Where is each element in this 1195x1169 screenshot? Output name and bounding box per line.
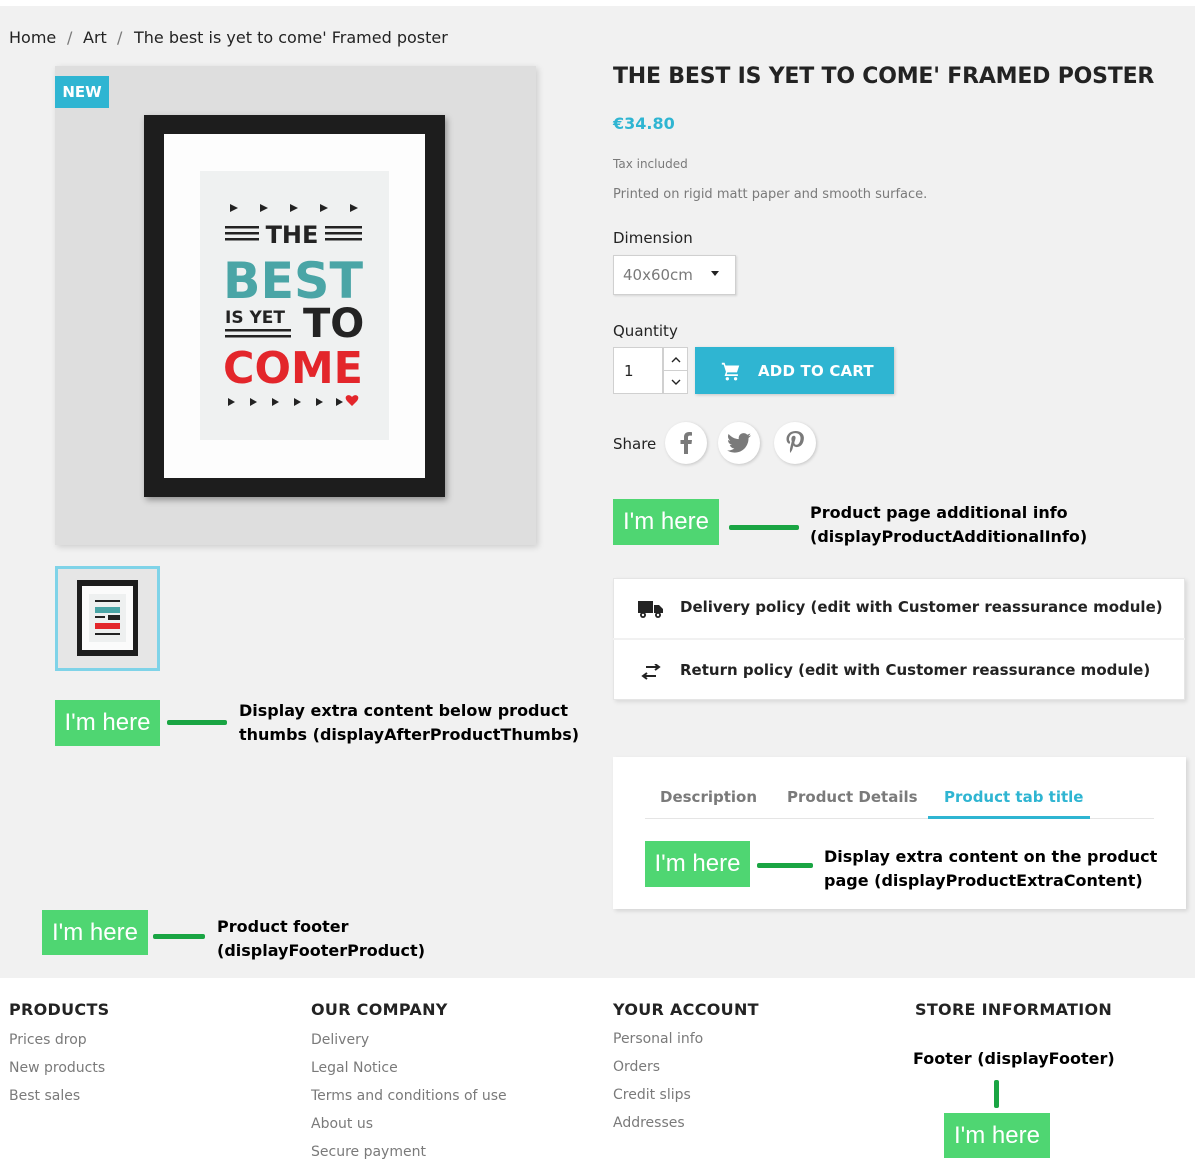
- breadcrumb-art-link[interactable]: Art: [83, 28, 107, 47]
- thumbnail-artwork: [95, 600, 120, 635]
- connector-line: [729, 525, 799, 530]
- share-label: Share: [613, 435, 657, 453]
- product-short-description: Printed on rigid matt paper and smooth s…: [613, 187, 928, 202]
- connector-line-vertical: [994, 1080, 999, 1108]
- footer-heading-products: PRODUCTS: [9, 1000, 110, 1019]
- chevron-up-icon: [671, 356, 680, 362]
- caret-down-icon: [711, 271, 719, 276]
- poster-text-the: THE: [266, 221, 319, 249]
- add-to-cart-label: ADD TO CART: [758, 361, 874, 380]
- footer-link-orders[interactable]: Orders: [613, 1059, 660, 1075]
- breadcrumb-separator: /: [117, 28, 123, 47]
- quantity-input[interactable]: 1: [613, 347, 663, 394]
- hook-note-line: (displayProductAdditionalInfo): [810, 527, 1088, 546]
- twitter-icon: [727, 433, 751, 453]
- footer-link-best-sales[interactable]: Best sales: [9, 1088, 80, 1104]
- footer-link-credit-slips[interactable]: Credit slips: [613, 1087, 691, 1103]
- poster-print: THE BEST IS YET TO COME: [200, 171, 389, 440]
- footer-link-secure-payment[interactable]: Secure payment: [311, 1144, 426, 1160]
- tab-description[interactable]: Description: [660, 788, 757, 806]
- shopping-cart-icon: [721, 362, 740, 380]
- tab-product-details[interactable]: Product Details: [787, 788, 918, 806]
- connector-line: [153, 934, 205, 939]
- delivery-policy-text: Delivery policy (edit with Customer reas…: [680, 598, 1163, 616]
- facebook-icon: [680, 432, 692, 454]
- pinterest-share-button[interactable]: [774, 422, 816, 464]
- footer-link-delivery[interactable]: Delivery: [311, 1032, 369, 1048]
- hook-note-line: Display extra content below product: [239, 701, 569, 720]
- breadcrumb-separator: /: [67, 28, 73, 47]
- tab-product-tab-title[interactable]: Product tab title: [944, 788, 1083, 806]
- footer-link-legal-notice[interactable]: Legal Notice: [311, 1060, 398, 1076]
- hook-note-line: thumbs (displayAfterProductThumbs): [239, 725, 580, 744]
- hook-note-footer-product: Product footer (displayFooterProduct): [217, 915, 425, 963]
- hook-note-line: page (displayProductExtraContent): [824, 871, 1143, 890]
- poster-text-come: COME: [223, 343, 363, 394]
- footer-link-terms[interactable]: Terms and conditions of use: [311, 1088, 507, 1104]
- tax-note: Tax included: [613, 157, 688, 171]
- footer-link-about-us[interactable]: About us: [311, 1116, 373, 1132]
- im-here-badge-after-thumbs: I'm here: [55, 700, 160, 746]
- heart-icon: [345, 395, 359, 406]
- poster-text-to: TO: [303, 301, 364, 347]
- hook-note-line: (displayFooterProduct): [217, 941, 425, 960]
- quantity-decrease-button[interactable]: [663, 370, 688, 394]
- poster-artwork: THE BEST IS YET TO COME: [223, 204, 364, 406]
- truck-icon: [638, 599, 664, 623]
- product-title: THE BEST IS YET TO COME' FRAMED POSTER: [613, 64, 1155, 89]
- footer-heading-store: STORE INFORMATION: [915, 1000, 1113, 1019]
- footer-heading-account: YOUR ACCOUNT: [613, 1000, 759, 1019]
- twitter-share-button[interactable]: [718, 422, 760, 464]
- breadcrumb-home-link[interactable]: Home: [9, 28, 56, 47]
- hook-note-line: Product footer: [217, 917, 349, 936]
- product-price: €34.80: [613, 114, 675, 133]
- breadcrumb-current: The best is yet to come' Framed poster: [134, 28, 448, 47]
- hook-note-additional-info: Product page additional info (displayPro…: [810, 501, 1087, 549]
- footer-link-addresses[interactable]: Addresses: [613, 1115, 685, 1131]
- hook-note-line: Product page additional info: [810, 503, 1068, 522]
- footer-link-prices-drop[interactable]: Prices drop: [9, 1032, 87, 1048]
- facebook-share-button[interactable]: [665, 422, 707, 464]
- poster-text-is-yet: IS YET: [225, 308, 285, 328]
- footer-heading-company: OUR COMPANY: [311, 1000, 448, 1019]
- pinterest-icon: [786, 431, 804, 453]
- im-here-badge-footer-product: I'm here: [42, 910, 148, 955]
- hook-note-footer: Footer (displayFooter): [913, 1049, 1115, 1068]
- im-here-badge-extra-content: I'm here: [645, 841, 750, 887]
- im-here-badge-footer: I'm here: [944, 1113, 1050, 1158]
- new-badge: NEW: [55, 76, 109, 108]
- hook-note-line: Display extra content on the product: [824, 847, 1158, 866]
- connector-line: [167, 720, 227, 725]
- footer-link-personal-info[interactable]: Personal info: [613, 1031, 703, 1047]
- footer-link-new-products[interactable]: New products: [9, 1060, 105, 1076]
- connector-line: [757, 863, 813, 868]
- hook-note-after-thumbs: Display extra content below product thum…: [239, 699, 579, 747]
- dimension-label: Dimension: [613, 229, 693, 247]
- quantity-increase-button[interactable]: [663, 347, 688, 371]
- active-tab-indicator: [928, 816, 1090, 819]
- reassurance-divider: [613, 638, 1185, 640]
- return-policy-text: Return policy (edit with Customer reassu…: [680, 661, 1151, 679]
- im-here-badge-additional-info: I'm here: [613, 499, 719, 545]
- hook-note-extra-content: Display extra content on the product pag…: [824, 845, 1157, 893]
- add-to-cart-button[interactable]: ADD TO CART: [695, 347, 894, 394]
- swap-arrows-icon: [640, 663, 662, 684]
- chevron-down-icon: [671, 379, 680, 385]
- thumbnail-print: [89, 594, 126, 642]
- quantity-label: Quantity: [613, 322, 678, 340]
